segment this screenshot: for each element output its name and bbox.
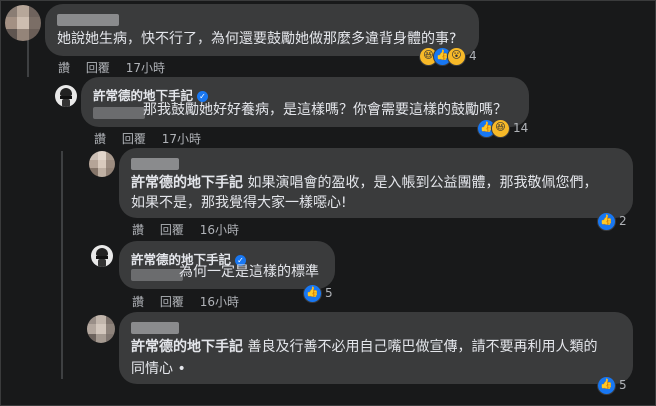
reaction-summary[interactable]: 👍 😆 14: [477, 118, 528, 138]
comment-bubble: 許常德的地下手記 如果演唱會的盈收，是入帳到公益團體，那我敬佩您們， 如果不是，…: [119, 148, 633, 218]
reply-button[interactable]: 回覆: [122, 132, 146, 146]
reaction-count: 2: [619, 214, 627, 228]
comment-text: 她說她生病，快不行了，為何還要鼓勵她做那麼多違背身體的事?: [57, 31, 457, 47]
comment-actions: 讚 回覆 17小時: [94, 130, 213, 147]
reaction-count: 14: [513, 121, 529, 135]
like-icon: 👍: [303, 283, 322, 303]
reply-button[interactable]: 回覆: [160, 295, 184, 309]
comment-text-line1: 如果演唱會的盈收，是入帳到公益團體，那我敬佩您們，: [247, 175, 598, 191]
comment-bubble: 許常德的地下手記 ✓ 那我鼓勵她好好養病，是這樣嗎？你會需要這樣的鼓勵嗎？: [81, 77, 529, 127]
reply-button[interactable]: 回覆: [86, 61, 110, 75]
redacted-mention: [93, 107, 145, 119]
timestamp: 16小時: [199, 295, 239, 309]
comment-text: 許常德的地下手記 善良及行善不必用自己嘴巴做宣傳，請不要再利用人類的: [131, 336, 597, 358]
reaction-summary[interactable]: 👍 5: [597, 375, 627, 395]
reaction-summary[interactable]: 👍 5: [303, 283, 333, 303]
like-button[interactable]: 讚: [94, 132, 106, 146]
like-icon: 👍: [597, 375, 616, 395]
comment-text: 許常德的地下手記 如果演唱會的盈收，是入帳到公益團體，那我敬佩您們，: [131, 172, 597, 194]
comment-text: 那我鼓勵她好好養病，是這樣嗎？你會需要這樣的鼓勵嗎？: [143, 102, 507, 118]
comment-text-line2: 同情心 •: [131, 361, 186, 377]
timestamp: 17小時: [161, 132, 201, 146]
comment-bubble: 許常德的地下手記 善良及行善不必用自己嘴巴做宣傳，請不要再利用人類的 同情心 •: [119, 312, 633, 384]
reaction-count: 5: [325, 286, 333, 300]
comment-actions: 讚 回覆 17小時: [58, 59, 177, 76]
reaction-count: 5: [619, 378, 627, 392]
comment-text-line1: 善良及行善不必用自己嘴巴做宣傳，請不要再利用人類的: [247, 339, 598, 355]
comment-text-line2: 如果不是，那我覺得大家一樣噁心!: [131, 195, 347, 211]
avatar[interactable]: [87, 315, 115, 343]
redacted-username: [131, 158, 179, 170]
timestamp: 17小時: [125, 61, 165, 75]
like-button[interactable]: 讚: [132, 223, 144, 237]
like-button[interactable]: 讚: [132, 295, 144, 309]
reaction-summary[interactable]: 😆 👍 😮 4: [419, 46, 477, 66]
comment-section: 她說她生病，快不行了，為何還要鼓勵她做那麼多違背身體的事? 😆 👍 😮 4 讚 …: [0, 0, 656, 406]
comment-actions: 讚 回覆 16小時: [132, 221, 251, 238]
author-mention[interactable]: 許常德的地下手記: [131, 339, 243, 355]
redacted-username: [57, 14, 119, 26]
comment-actions: 讚 回覆 16小時: [132, 293, 251, 310]
avatar[interactable]: [89, 151, 115, 177]
wow-icon: 😮: [447, 46, 466, 66]
like-button[interactable]: 讚: [58, 61, 70, 75]
avatar[interactable]: [5, 5, 41, 41]
comment-bubble: 她說她生病，快不行了，為何還要鼓勵她做那麼多違背身體的事?: [45, 4, 479, 56]
thread-line: [61, 151, 63, 379]
reaction-count: 4: [469, 49, 477, 63]
author-avatar[interactable]: [91, 245, 113, 267]
reply-button[interactable]: 回覆: [160, 223, 184, 237]
author-avatar[interactable]: [55, 85, 77, 107]
timestamp: 16小時: [199, 223, 239, 237]
like-icon: 👍: [597, 211, 616, 231]
comment-text: 為何一定是這樣的標準: [179, 264, 319, 280]
thread-line: [27, 37, 29, 77]
haha-icon: 😆: [491, 118, 510, 138]
comment-bubble: 許常德的地下手記 ✓ 為何一定是這樣的標準: [119, 241, 335, 289]
reaction-summary[interactable]: 👍 2: [597, 211, 627, 231]
redacted-username: [131, 322, 179, 334]
author-mention[interactable]: 許常德的地下手記: [131, 175, 243, 191]
redacted-mention: [131, 269, 183, 281]
